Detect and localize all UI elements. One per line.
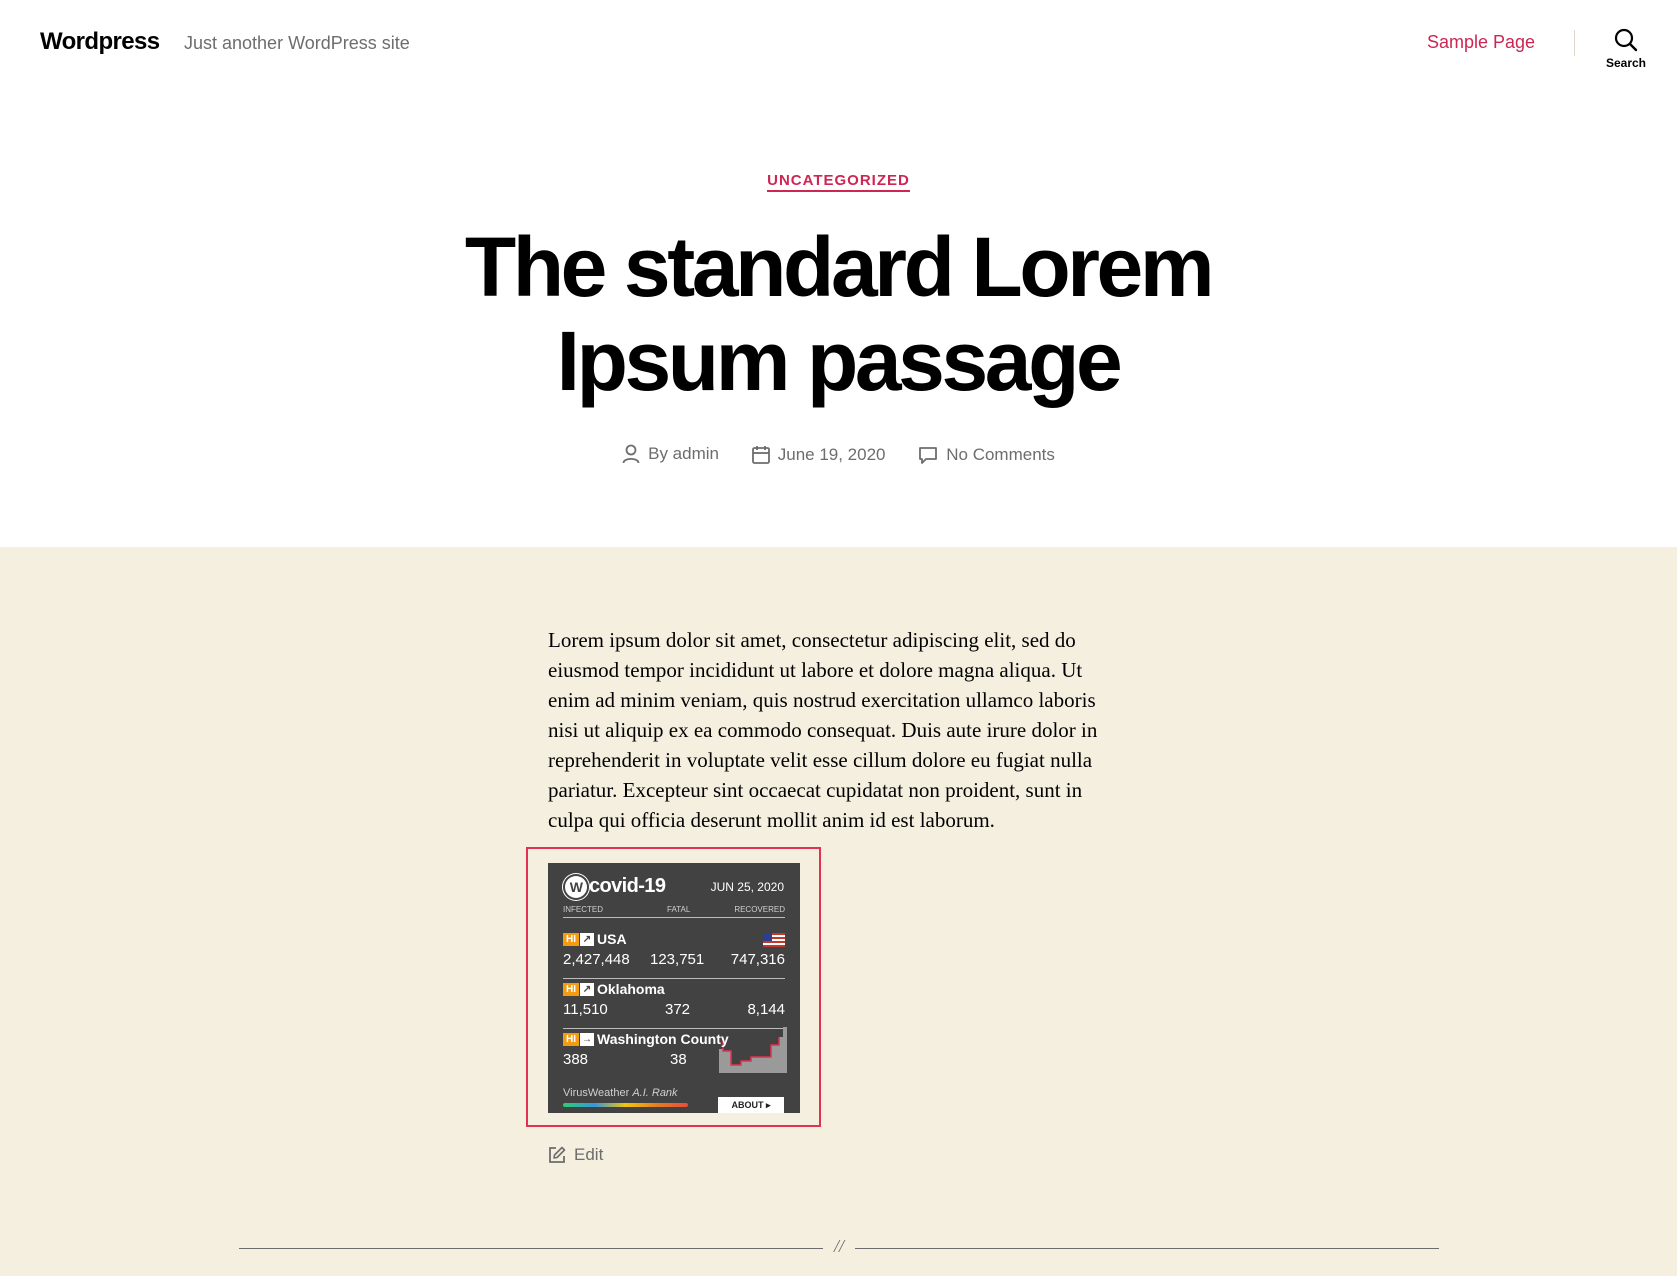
nav-item-sample-page[interactable]: Sample Page xyxy=(1427,32,1535,53)
category-link[interactable]: UNCATEGORIZED xyxy=(767,172,910,192)
hi-badge: HI xyxy=(563,982,579,996)
row-label: USA xyxy=(597,931,627,947)
search-label: Search xyxy=(1605,56,1647,70)
value-infected: 11,510 xyxy=(563,1001,608,1018)
site-header: Wordpress Just another WordPress site Sa… xyxy=(0,0,1677,90)
page-title: The standard Lorem Ipsum passage xyxy=(464,220,1215,408)
trend-sparkline xyxy=(719,1027,787,1073)
post-comments: No Comments xyxy=(918,445,1055,465)
comment-icon xyxy=(919,447,938,464)
widget-column-headers: INFECTED FATAL RECOVERED xyxy=(563,905,785,918)
date-link[interactable]: June 19, 2020 xyxy=(778,445,886,465)
virus-logo-icon: W xyxy=(565,875,587,898)
hi-badge: HI xyxy=(563,1032,579,1046)
hi-badge: HI xyxy=(563,932,579,946)
widget-footer-label: VirusWeather A.I. Rank xyxy=(563,1087,678,1099)
value-recovered: 8,144 xyxy=(747,1001,785,1018)
author-link[interactable]: By admin xyxy=(648,444,719,464)
header-infected: INFECTED xyxy=(563,905,603,914)
post-body: Lorem ipsum dolor sit amet, consectetur … xyxy=(548,628,1098,832)
search-icon xyxy=(1614,28,1638,52)
post-author: By admin xyxy=(622,444,719,464)
header-recovered: RECOVERED xyxy=(734,905,785,914)
value-fatal: 123,751 xyxy=(650,951,705,968)
separator-mark: // xyxy=(833,1236,844,1256)
value-fatal: 38 xyxy=(670,1051,687,1068)
nav-divider xyxy=(1574,30,1575,56)
site-description: Just another WordPress site xyxy=(184,33,410,53)
edit-link[interactable]: Edit xyxy=(548,1145,603,1165)
value-infected: 388 xyxy=(563,1051,589,1068)
edit-icon xyxy=(549,1146,566,1163)
site-title[interactable]: Wordpress xyxy=(40,28,160,56)
edit-label: Edit xyxy=(574,1145,604,1164)
calendar-icon xyxy=(751,446,770,464)
widget-logo-text: covid-19 xyxy=(589,875,666,897)
us-flag-icon xyxy=(763,933,785,947)
widget-row-washington-county[interactable]: HI → Washington County 388 38 xyxy=(563,1027,787,1079)
post-meta: By admin June 19, 2020 No Comments xyxy=(0,444,1677,469)
widget-row-usa[interactable]: HI ↗ USA 2,427,448 123,751 747,316 xyxy=(563,931,785,979)
entry-category: UNCATEGORIZED xyxy=(0,172,1677,192)
trend-up-icon: ↗ xyxy=(580,982,594,996)
row-name: HI → Washington County xyxy=(563,1031,729,1047)
row-label: Washington County xyxy=(597,1031,729,1047)
row-label: Oklahoma xyxy=(597,981,665,997)
user-icon xyxy=(622,444,640,464)
widget-logo: W covid-19 xyxy=(565,875,666,898)
value-recovered: 747,316 xyxy=(730,951,785,968)
row-divider xyxy=(563,978,785,979)
footer-brand: VirusWeather xyxy=(563,1087,630,1099)
separator-line-right xyxy=(855,1248,1439,1249)
row-name: HI ↗ USA xyxy=(563,931,627,947)
comments-link[interactable]: No Comments xyxy=(946,445,1055,465)
post-date: June 19, 2020 xyxy=(751,445,886,465)
covid-widget[interactable]: W covid-19 JUN 25, 2020 INFECTED FATAL R… xyxy=(548,863,800,1113)
footer-rank: A.I. Rank xyxy=(632,1087,678,1099)
widget-date: JUN 25, 2020 xyxy=(710,880,784,894)
row-name: HI ↗ Oklahoma xyxy=(563,981,665,997)
header-fatal: FATAL xyxy=(667,905,691,914)
about-button[interactable]: ABOUT ▸ xyxy=(718,1097,784,1113)
widget-row-oklahoma[interactable]: HI ↗ Oklahoma 11,510 372 8,144 xyxy=(563,981,785,1029)
rank-gradient-bar xyxy=(563,1103,688,1107)
separator-line-left xyxy=(239,1248,823,1249)
trend-flat-icon: → xyxy=(580,1032,594,1046)
search-button[interactable]: Search xyxy=(1596,28,1656,78)
value-fatal: 372 xyxy=(665,1001,691,1018)
trend-up-icon: ↗ xyxy=(580,932,594,946)
value-infected: 2,427,448 xyxy=(563,951,630,968)
